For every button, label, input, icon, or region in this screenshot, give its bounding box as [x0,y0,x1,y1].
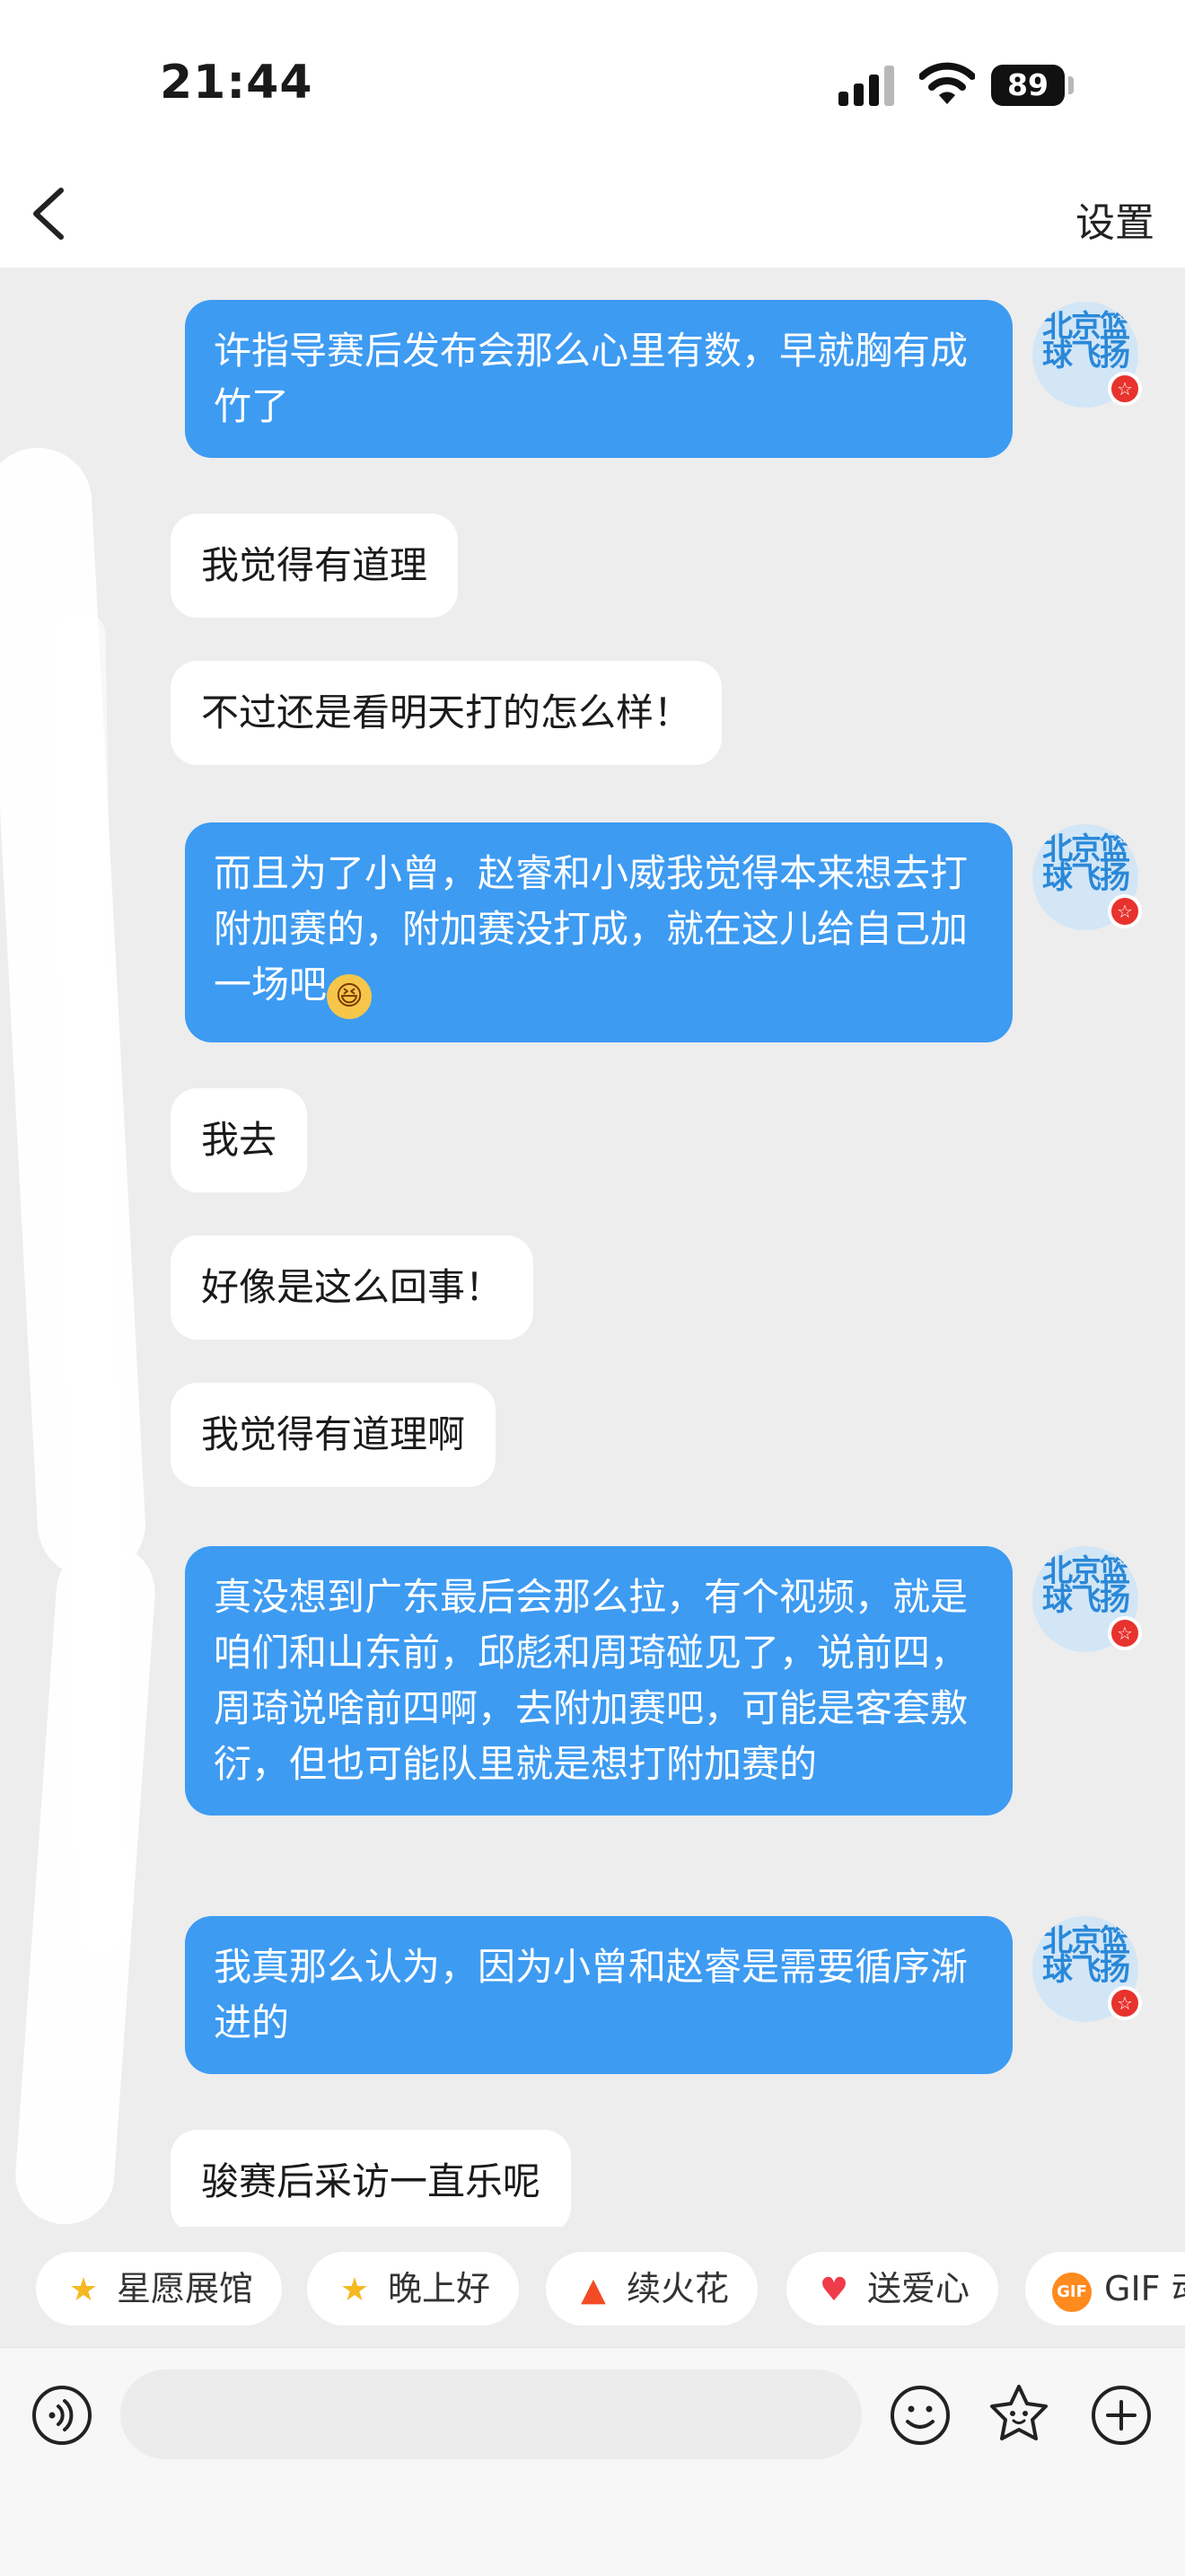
wifi-icon [919,62,975,104]
incoming-message[interactable]: 我去 [171,1088,308,1192]
incoming-message[interactable]: 骏赛后采访一直乐呢 [171,2130,572,2227]
sticker-icon[interactable] [988,2382,1050,2445]
heart-icon: ♥ [819,2272,849,2308]
verified-badge-icon: ☆ [1108,1986,1142,2020]
quick-reply-chip[interactable]: ★ 晚上好 [307,2252,520,2325]
verified-badge-icon: ☆ [1108,1616,1142,1650]
quick-reply-chip[interactable]: ▲ 续火花 [546,2252,759,2325]
quick-reply-bar[interactable]: ★星愿展馆 ★晚上好 ▲续火花 ♥送爱心 GIFGIF 动 [0,2227,1185,2347]
quick-reply-chip[interactable]: ♥ 送爱心 [786,2252,999,2325]
outgoing-message[interactable]: 而且为了小曾，赵睿和小威我觉得本来想去打附加赛的，附加赛没打成，就在这儿给自己加… [185,822,1013,1042]
status-time: 21:44 [160,56,313,110]
incoming-message[interactable]: 我觉得有道理啊 [171,1383,496,1487]
input-bar [0,2347,1185,2576]
chat-message-list[interactable]: 许指导赛后发布会那么心里有数，早就胸有成竹了 北京篮球飞扬 ☆ 我觉得有道理 不… [0,268,1185,2227]
outgoing-message[interactable]: 真没想到广东最后会那么拉，有个视频，就是咱们和山东前，邱彪和周琦碰见了，说前四，… [185,1546,1013,1816]
chevron-left-icon[interactable] [23,180,77,248]
quick-reply-chip[interactable]: ★ 星愿展馆 [36,2252,283,2325]
nav-bar: 设置 [0,162,1185,268]
star-face-icon: ★ [339,2272,370,2308]
verified-badge-icon: ☆ [1108,894,1142,928]
verified-badge-icon: ☆ [1108,372,1142,406]
star-icon: ★ [68,2272,99,2308]
plus-icon[interactable] [1090,2384,1153,2447]
fire-icon: ▲ [581,2272,606,2308]
incoming-message[interactable]: 好像是这么回事！ [171,1235,534,1340]
emoji-icon[interactable] [889,2384,952,2447]
incoming-message[interactable]: 我觉得有道理 [171,514,459,618]
battery-icon: 89 [991,65,1065,106]
voice-icon[interactable] [31,2384,93,2447]
laughing-face-emoji-icon: 😆 [327,974,373,1019]
incoming-message[interactable]: 不过还是看明天打的怎么样！ [171,661,723,765]
quick-reply-chip[interactable]: GIFGIF 动 [1025,2252,1185,2325]
message-text: 而且为了小曾，赵睿和小威我觉得本来想去打附加赛的，附加赛没打成，就在这儿给自己加… [214,851,969,1007]
cellular-signal-icon [838,65,896,106]
battery-cap [1068,76,1074,94]
gif-icon: GIF [1052,2273,1092,2312]
message-input[interactable] [120,2369,862,2459]
outgoing-message[interactable]: 许指导赛后发布会那么心里有数，早就胸有成竹了 [185,300,1013,458]
status-bar: 21:44 89 [0,0,1185,162]
outgoing-message[interactable]: 我真那么认为，因为小曾和赵睿是需要循序渐进的 [185,1916,1013,2074]
settings-button[interactable]: 设置 [1075,190,1154,248]
